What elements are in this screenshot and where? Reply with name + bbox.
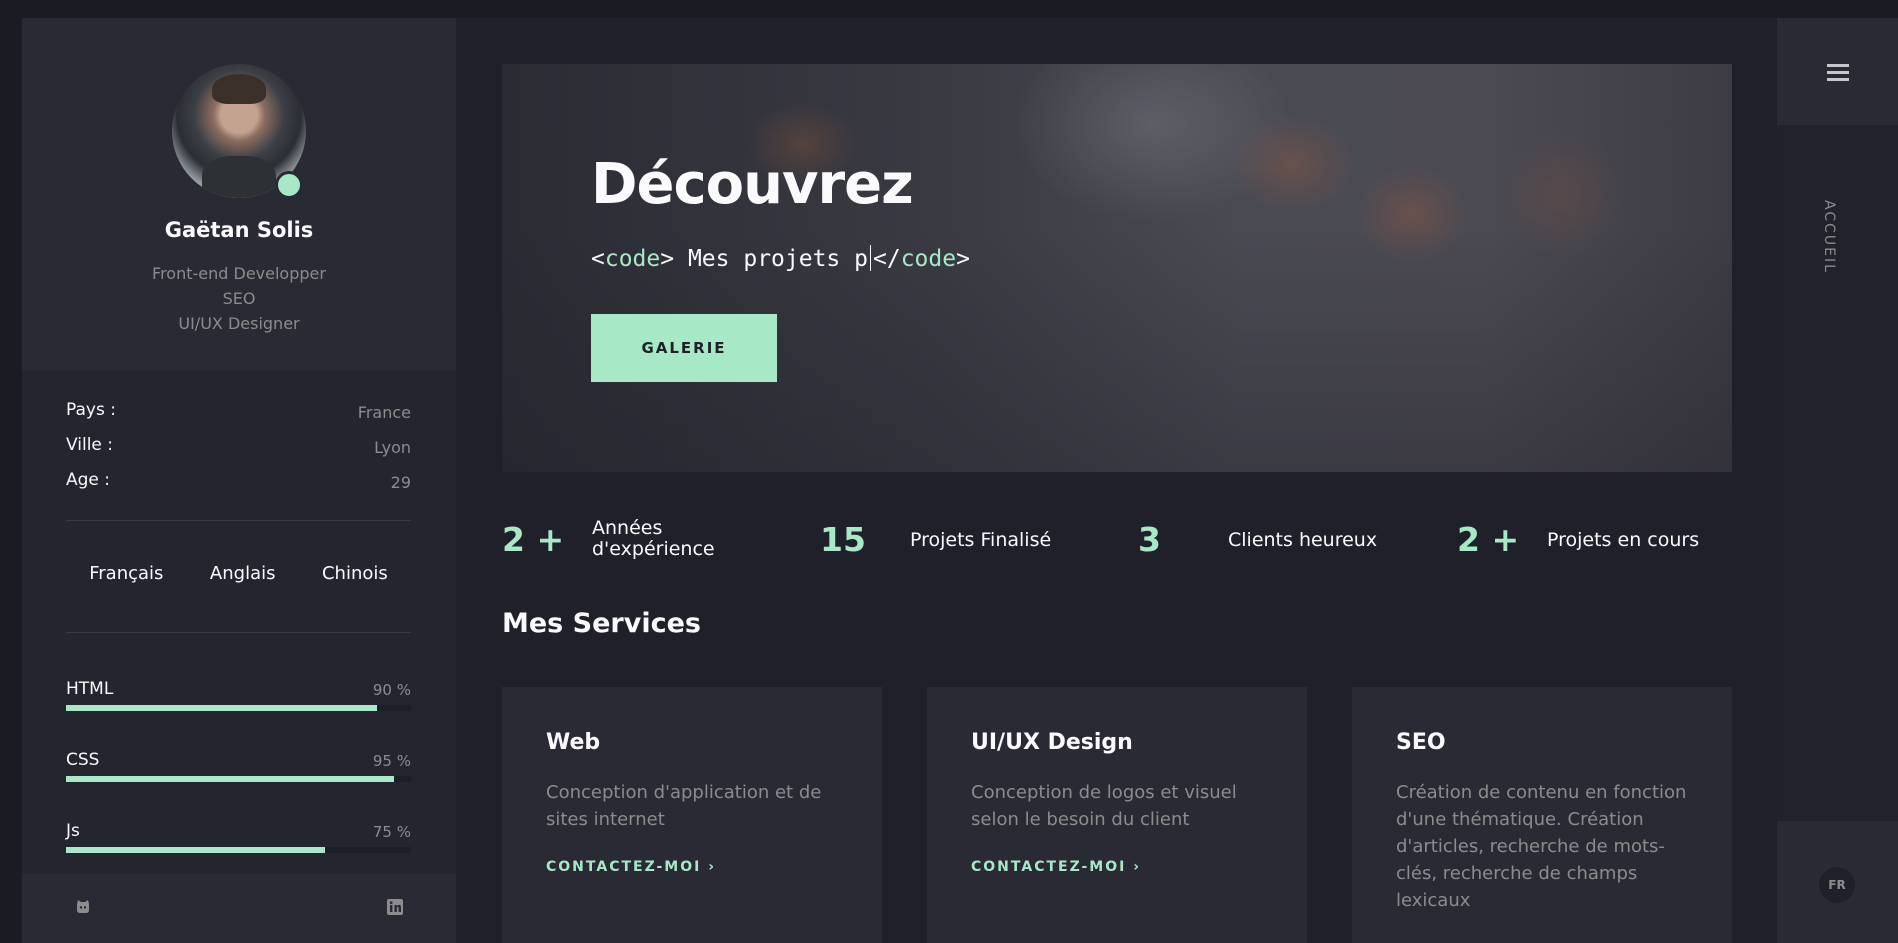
info-value: France: [357, 403, 411, 422]
services-heading: Mes Services: [502, 608, 701, 639]
profile-role: UI/UX Designer: [178, 314, 300, 333]
avatar-scarf: [202, 156, 276, 198]
info-row-age: Age : 29: [66, 470, 411, 496]
stat-label-line: d'expérience: [592, 538, 715, 560]
info-key: Ville :: [66, 435, 114, 455]
code-bracket: >: [956, 246, 970, 272]
current-section-label[interactable]: ACCUEIL: [1821, 200, 1837, 274]
social-links-bar: [22, 874, 456, 943]
info-value: 29: [390, 473, 411, 492]
skill-progress-fill: [66, 847, 325, 853]
info-key: Age :: [66, 470, 111, 490]
hero-title: Découvrez: [591, 152, 914, 217]
contact-link[interactable]: CONTACTEZ-MOI ›: [546, 859, 716, 875]
service-card-web: Web Conception d'application et de sites…: [502, 687, 882, 943]
stat-label-line: Années: [592, 517, 663, 539]
code-tag: code: [604, 246, 661, 272]
code-bracket: </: [872, 246, 901, 272]
linkedin-icon[interactable]: [386, 898, 404, 916]
typing-caret: [869, 245, 871, 271]
skill-html: HTML 90 %: [66, 679, 411, 719]
language-switch-button[interactable]: FR: [1819, 867, 1855, 903]
hero-banner: Découvrez <code> Mes projets p </code> GA…: [502, 64, 1732, 472]
avatar-hair: [212, 74, 266, 104]
stat-value: 15: [820, 520, 866, 559]
typed-text: Mes projets p: [674, 246, 868, 272]
gallery-button[interactable]: GALERIE: [591, 314, 777, 382]
contact-link[interactable]: CONTACTEZ-MOI ›: [971, 859, 1141, 875]
profile-role: Front-end Developper: [152, 264, 326, 283]
skill-name: HTML: [66, 679, 114, 699]
skill-progress-track: [66, 705, 411, 711]
service-card-seo: SEO Création de contenu en fonction d'un…: [1352, 687, 1732, 943]
profile-sidebar: Gaëtan Solis Front-end Developper SEO UI…: [22, 18, 456, 943]
language-item: Anglais: [209, 563, 276, 584]
stat-value: 3: [1138, 520, 1161, 559]
online-status-indicator: [275, 171, 303, 199]
profile-role: SEO: [222, 289, 256, 308]
skill-progress-fill: [66, 705, 377, 711]
right-nav-rail: ACCUEIL FR: [1777, 18, 1898, 943]
profile-name: Gaëtan Solis: [164, 218, 314, 242]
language-item: Chinois: [321, 563, 388, 584]
info-row-country: Pays : France: [66, 400, 411, 426]
skill-progress-track: [66, 776, 411, 782]
service-description: Création de contenu en fonction d'une th…: [1396, 782, 1687, 911]
skill-percent: 75 %: [372, 823, 411, 841]
stat-label: Projets Finalisé: [910, 529, 1052, 551]
skill-percent: 95 %: [372, 752, 411, 770]
skill-progress-fill: [66, 776, 394, 782]
code-bracket: <: [591, 246, 605, 272]
service-title: SEO: [1396, 730, 1446, 755]
hamburger-icon[interactable]: [1827, 64, 1849, 82]
skill-css: CSS 95 %: [66, 750, 411, 790]
github-icon[interactable]: [74, 898, 92, 916]
service-card-uiux: UI/UX Design Conception de logos et visu…: [927, 687, 1307, 943]
divider: [66, 520, 411, 521]
info-key: Pays :: [66, 400, 116, 420]
stat-label: Années d'expérience: [592, 518, 715, 560]
menu-toggle-area: [1777, 18, 1898, 125]
language-switch-area: FR: [1777, 821, 1898, 943]
service-description: Conception de logos et visuel selon le b…: [971, 782, 1237, 830]
stat-label: Projets en cours: [1547, 529, 1700, 551]
skill-name: Js: [66, 821, 80, 841]
profile-roles: Front-end Developper SEO UI/UX Designer: [22, 261, 456, 336]
stat-label: Clients heureux: [1228, 529, 1378, 551]
code-tag: code: [900, 246, 957, 272]
service-description: Conception d'application et de sites int…: [546, 782, 822, 830]
divider: [66, 632, 411, 633]
hero-typing-text: <code> Mes projets p </code>: [591, 245, 970, 272]
code-bracket: >: [660, 246, 675, 272]
skill-progress-track: [66, 847, 411, 853]
stat-value: 2 +: [502, 520, 565, 559]
skill-name: CSS: [66, 750, 100, 770]
skill-percent: 90 %: [372, 681, 411, 699]
language-item: Français: [89, 563, 164, 584]
info-value: Lyon: [374, 438, 411, 457]
stat-value: 2 +: [1457, 520, 1520, 559]
info-row-city: Ville : Lyon: [66, 435, 411, 461]
service-title: UI/UX Design: [971, 730, 1133, 755]
profile-card: Gaëtan Solis Front-end Developper SEO UI…: [22, 18, 456, 371]
skill-js: Js 75 %: [66, 821, 411, 861]
service-title: Web: [546, 730, 601, 755]
languages-list: Français Anglais Chinois: [66, 563, 411, 584]
